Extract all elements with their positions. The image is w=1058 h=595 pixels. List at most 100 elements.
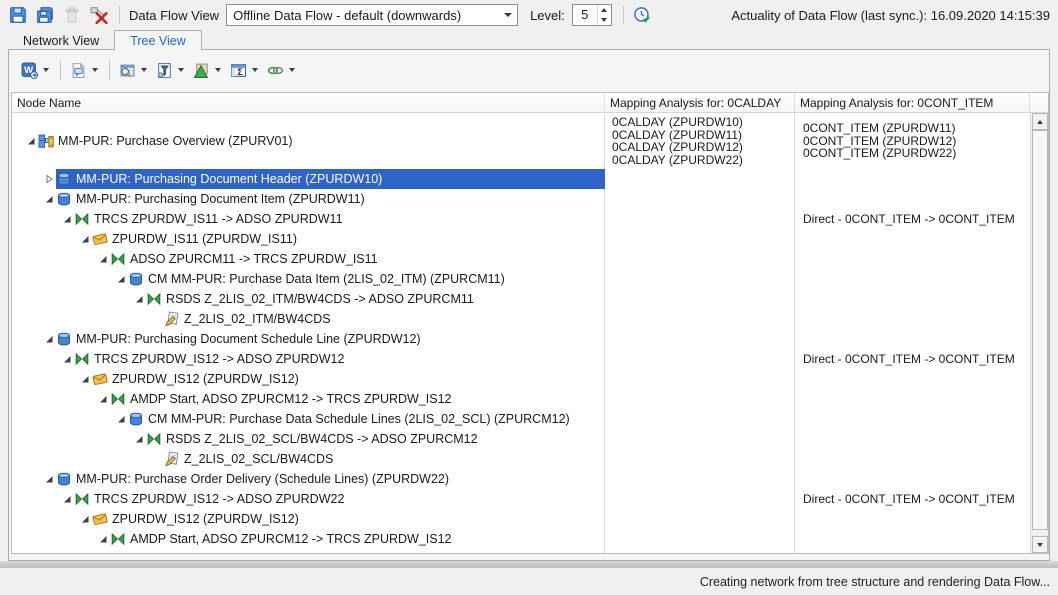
column-header-cont-item[interactable]: Mapping Analysis for: 0CONT_ITEM <box>795 93 1030 112</box>
expander-expanded-icon[interactable] <box>62 214 74 224</box>
expander-expanded-icon[interactable] <box>26 136 38 146</box>
spinner-down-button[interactable] <box>598 15 611 25</box>
calday-cell <box>605 249 795 269</box>
expander-expanded-icon[interactable] <box>62 494 74 504</box>
node-content[interactable]: CM MM-PUR: Purchase Data Schedule Lines … <box>128 409 605 429</box>
expander-collapsed-icon[interactable] <box>44 174 56 184</box>
expander-expanded-icon[interactable] <box>116 414 128 424</box>
expander-expanded-icon[interactable] <box>116 274 128 284</box>
save-all-icon[interactable] <box>36 6 54 24</box>
chevron-down-icon[interactable] <box>215 68 221 72</box>
chevron-down-icon[interactable] <box>43 68 49 72</box>
table-row[interactable]: CM MM-PUR: Purchase Data Schedule Lines … <box>12 409 1048 429</box>
expander-expanded-icon[interactable] <box>44 194 56 204</box>
table-row[interactable]: TRCS ZPURDW_IS12 -> ADSO ZPURDW12 Direct… <box>12 349 1048 369</box>
table-row[interactable]: CM MM-PUR: Purchase Data Item (2LIS_02_I… <box>12 269 1048 289</box>
node-content[interactable]: ZPURDW_IS12 (ZPURDW_IS12) <box>92 369 605 389</box>
chevron-down-icon[interactable] <box>178 68 184 72</box>
table-row[interactable]: MM-PUR: Purchasing Document Schedule Lin… <box>12 329 1048 349</box>
expander-expanded-icon[interactable] <box>62 354 74 364</box>
table-row[interactable]: Z_2LIS_02_ITM/BW4CDS <box>12 309 1048 329</box>
table-row[interactable]: AMDP Start, ADSO ZPURCM12 -> TRCS ZPURDW… <box>12 529 1048 549</box>
comment-document-button[interactable] <box>70 62 98 79</box>
remove-data-flow-icon[interactable] <box>90 6 108 24</box>
hierarchy-button[interactable] <box>193 62 221 79</box>
node-content[interactable]: Z_2LIS_02_SCL/BW4CDS <box>164 449 605 469</box>
node-content[interactable]: Z_2LIS_02_ITM/BW4CDS <box>164 309 605 329</box>
clock-check-icon[interactable] <box>633 6 651 24</box>
chevron-down-icon[interactable] <box>92 68 98 72</box>
node-content[interactable]: RSDS Z_2LIS_02_SCL/BW4CDS -> ADSO ZPURCM… <box>146 429 605 449</box>
chevron-down-icon[interactable] <box>289 68 295 72</box>
word-export-button[interactable]: W <box>21 62 49 79</box>
table-row[interactable]: ZPURDW_IS12 (ZPURDW_IS12) <box>12 509 1048 529</box>
column-header-calday[interactable]: Mapping Analysis for: 0CALDAY <box>605 93 795 112</box>
node-content[interactable]: MM-PUR: Purchasing Document Header (ZPUR… <box>56 169 605 189</box>
expander-expanded-icon[interactable] <box>80 234 92 244</box>
vertical-scrollbar[interactable] <box>1030 113 1048 553</box>
level-spinner[interactable]: 5 <box>572 4 612 26</box>
table-row[interactable]: RSDS Z_2LIS_02_SCL/BW4CDS -> ADSO ZPURCM… <box>12 429 1048 449</box>
expander-expanded-icon[interactable] <box>80 374 92 384</box>
expander-expanded-icon[interactable] <box>44 334 56 344</box>
node-content[interactable]: AMDP Start, ADSO ZPURCM12 -> TRCS ZPURDW… <box>110 529 605 549</box>
node-content[interactable]: ZPURDW_IS11 (ZPURDW_IS11) <box>92 229 605 249</box>
table-row[interactable]: TRCS ZPURDW_IS12 -> ADSO ZPURDW22 Direct… <box>12 489 1048 509</box>
level-label: Level: <box>530 8 565 23</box>
expander-expanded-icon[interactable] <box>80 514 92 524</box>
node-label: MM-PUR: Purchase Order Delivery (Schedul… <box>76 472 449 486</box>
table-row[interactable]: MM-PUR: Purchasing Document Header (ZPUR… <box>12 169 1048 189</box>
expander-expanded-icon[interactable] <box>98 254 110 264</box>
table-row[interactable]: Z_2LIS_02_SCL/BW4CDS <box>12 449 1048 469</box>
column-header-node-name[interactable]: Node Name <box>12 93 605 112</box>
node-content[interactable]: MM-PUR: Purchasing Document Item (ZPURDW… <box>56 189 605 209</box>
expander-expanded-icon[interactable] <box>134 434 146 444</box>
bottom-splitter[interactable] <box>0 561 1058 568</box>
node-content[interactable]: TRCS ZPURDW_IS12 -> ADSO ZPURDW22 <box>74 489 605 509</box>
table-row[interactable]: ZPURDW_IS11 (ZPURDW_IS11) <box>12 229 1048 249</box>
node-content[interactable]: CM MM-PUR: Purchase Data Item (2LIS_02_I… <box>128 269 605 289</box>
transformation-icon <box>74 491 90 507</box>
table-row[interactable]: AMDP Start, ADSO ZPURCM12 -> TRCS ZPURDW… <box>12 389 1048 409</box>
node-content[interactable]: MM-PUR: Purchase Order Delivery (Schedul… <box>56 469 605 489</box>
table-row[interactable]: ZPURDW_IS12 (ZPURDW_IS12) <box>12 369 1048 389</box>
aggregation-button[interactable]: Σ <box>230 62 258 79</box>
table-row[interactable]: MM-PUR: Purchase Overview (ZPURV01) 0CAL… <box>12 113 1048 169</box>
expander-expanded-icon[interactable] <box>134 294 146 304</box>
node-content[interactable]: TRCS ZPURDW_IS12 -> ADSO ZPURDW12 <box>74 349 605 369</box>
scrollbar-thumb[interactable] <box>1032 130 1048 530</box>
chevron-down-icon[interactable] <box>141 68 147 72</box>
indent <box>12 479 44 480</box>
node-content[interactable]: AMDP Start, ADSO ZPURCM12 -> TRCS ZPURDW… <box>110 389 605 409</box>
save-icon[interactable] <box>9 6 27 24</box>
tab-tree-view[interactable]: Tree View <box>114 30 202 50</box>
adso-icon <box>56 471 72 487</box>
node-content[interactable]: ZPURDW_IS12 (ZPURDW_IS12) <box>92 509 605 529</box>
table-row[interactable]: ADSO ZPURCM11 -> TRCS ZPURDW_IS11 <box>12 249 1048 269</box>
scrollbar-up-button[interactable] <box>1032 113 1048 130</box>
expander-expanded-icon[interactable] <box>44 474 56 484</box>
node-content[interactable]: MM-PUR: Purchasing Document Schedule Lin… <box>56 329 605 349</box>
node-content[interactable]: MM-PUR: Purchase Overview (ZPURV01) <box>38 113 605 169</box>
node-content[interactable]: ADSO ZPURCM11 -> TRCS ZPURDW_IS11 <box>110 249 605 269</box>
chevron-down-icon[interactable] <box>252 68 258 72</box>
scrollbar-down-button[interactable] <box>1032 536 1048 553</box>
expander-expanded-icon[interactable] <box>98 394 110 404</box>
node-content[interactable]: RSDS Z_2LIS_02_ITM/BW4CDS -> ADSO ZPURCM… <box>146 289 605 309</box>
table-row[interactable]: MM-PUR: Purchase Order Delivery (Schedul… <box>12 469 1048 489</box>
tab-network-view[interactable]: Network View <box>8 31 114 50</box>
node-content[interactable]: TRCS ZPURDW_IS11 -> ADSO ZPURDW11 <box>74 209 605 229</box>
expander-expanded-icon[interactable] <box>98 534 110 544</box>
expander-none <box>152 454 164 464</box>
data-flow-dropdown[interactable]: Offline Data Flow - default (downwards) <box>226 4 518 26</box>
table-row[interactable]: TRCS ZPURDW_IS11 -> ADSO ZPURDW11 Direct… <box>12 209 1048 229</box>
filter-button[interactable] <box>156 62 184 79</box>
table-row[interactable]: MM-PUR: Purchasing Document Item (ZPURDW… <box>12 189 1048 209</box>
indent <box>12 499 62 500</box>
spinner-up-button[interactable] <box>598 5 611 15</box>
link-button[interactable] <box>267 62 295 79</box>
search-table-button[interactable] <box>119 62 147 79</box>
mapping-line: Direct - 0CONT_ITEM -> 0CONT_ITEM <box>803 213 1030 226</box>
table-row[interactable]: RSDS Z_2LIS_02_ITM/BW4CDS -> ADSO ZPURCM… <box>12 289 1048 309</box>
dropdown-button[interactable] <box>499 5 517 25</box>
